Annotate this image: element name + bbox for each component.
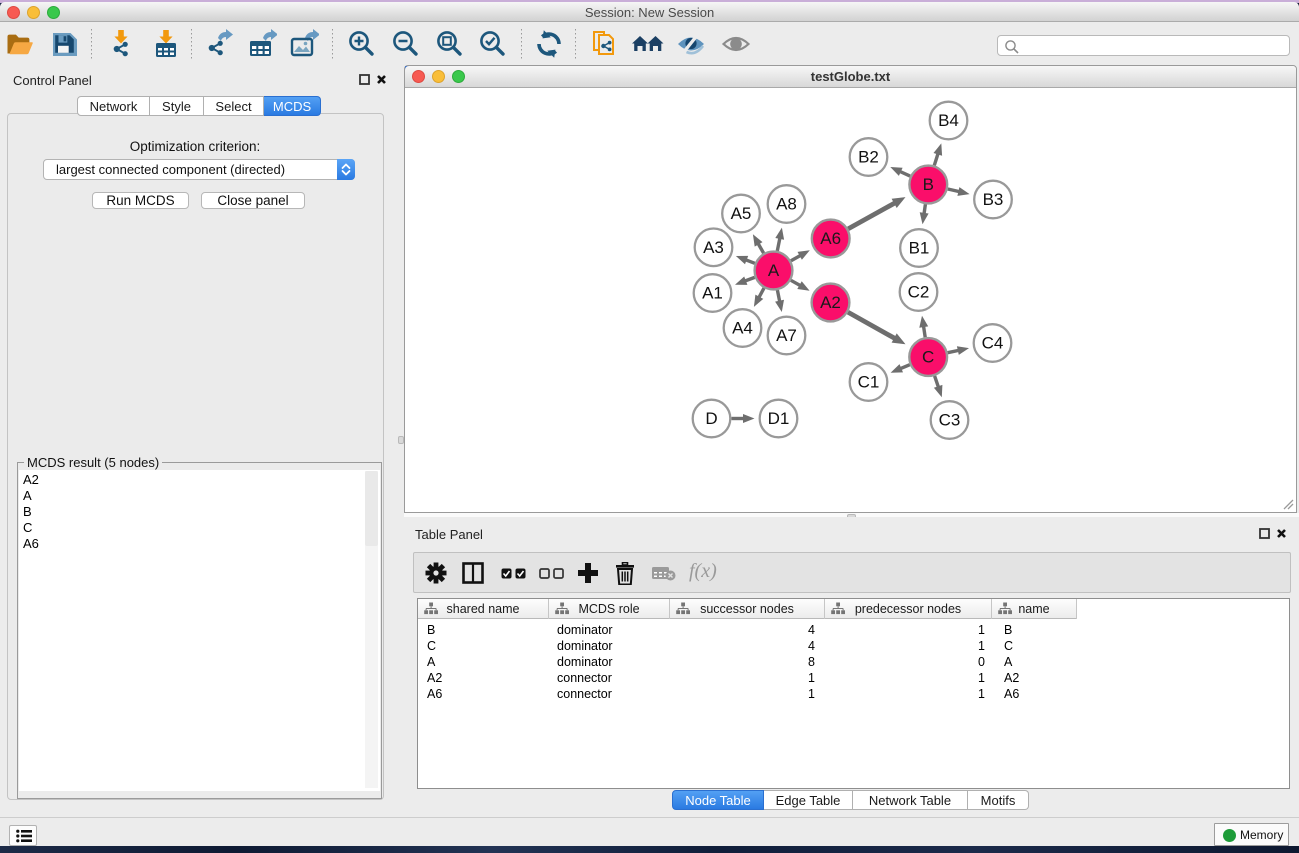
svg-text:B: B <box>923 175 934 194</box>
svg-text:C3: C3 <box>939 411 961 430</box>
svg-text:A6: A6 <box>820 229 841 248</box>
svg-text:D: D <box>705 409 717 428</box>
svg-text:B1: B1 <box>909 239 930 258</box>
svg-text:A8: A8 <box>776 195 797 214</box>
svg-text:A1: A1 <box>702 284 723 303</box>
svg-text:A3: A3 <box>703 238 724 257</box>
svg-text:B4: B4 <box>938 111 959 130</box>
svg-text:A: A <box>768 261 780 280</box>
svg-text:C4: C4 <box>982 334 1004 353</box>
svg-text:C1: C1 <box>858 373 880 392</box>
svg-text:D1: D1 <box>768 409 790 428</box>
svg-text:C: C <box>922 348 934 367</box>
svg-text:C2: C2 <box>908 283 930 302</box>
svg-text:A4: A4 <box>732 319 753 338</box>
svg-text:A2: A2 <box>820 293 841 312</box>
svg-text:A5: A5 <box>731 204 752 223</box>
svg-text:A7: A7 <box>776 326 797 345</box>
svg-text:B3: B3 <box>983 190 1004 209</box>
svg-text:B2: B2 <box>858 148 879 167</box>
